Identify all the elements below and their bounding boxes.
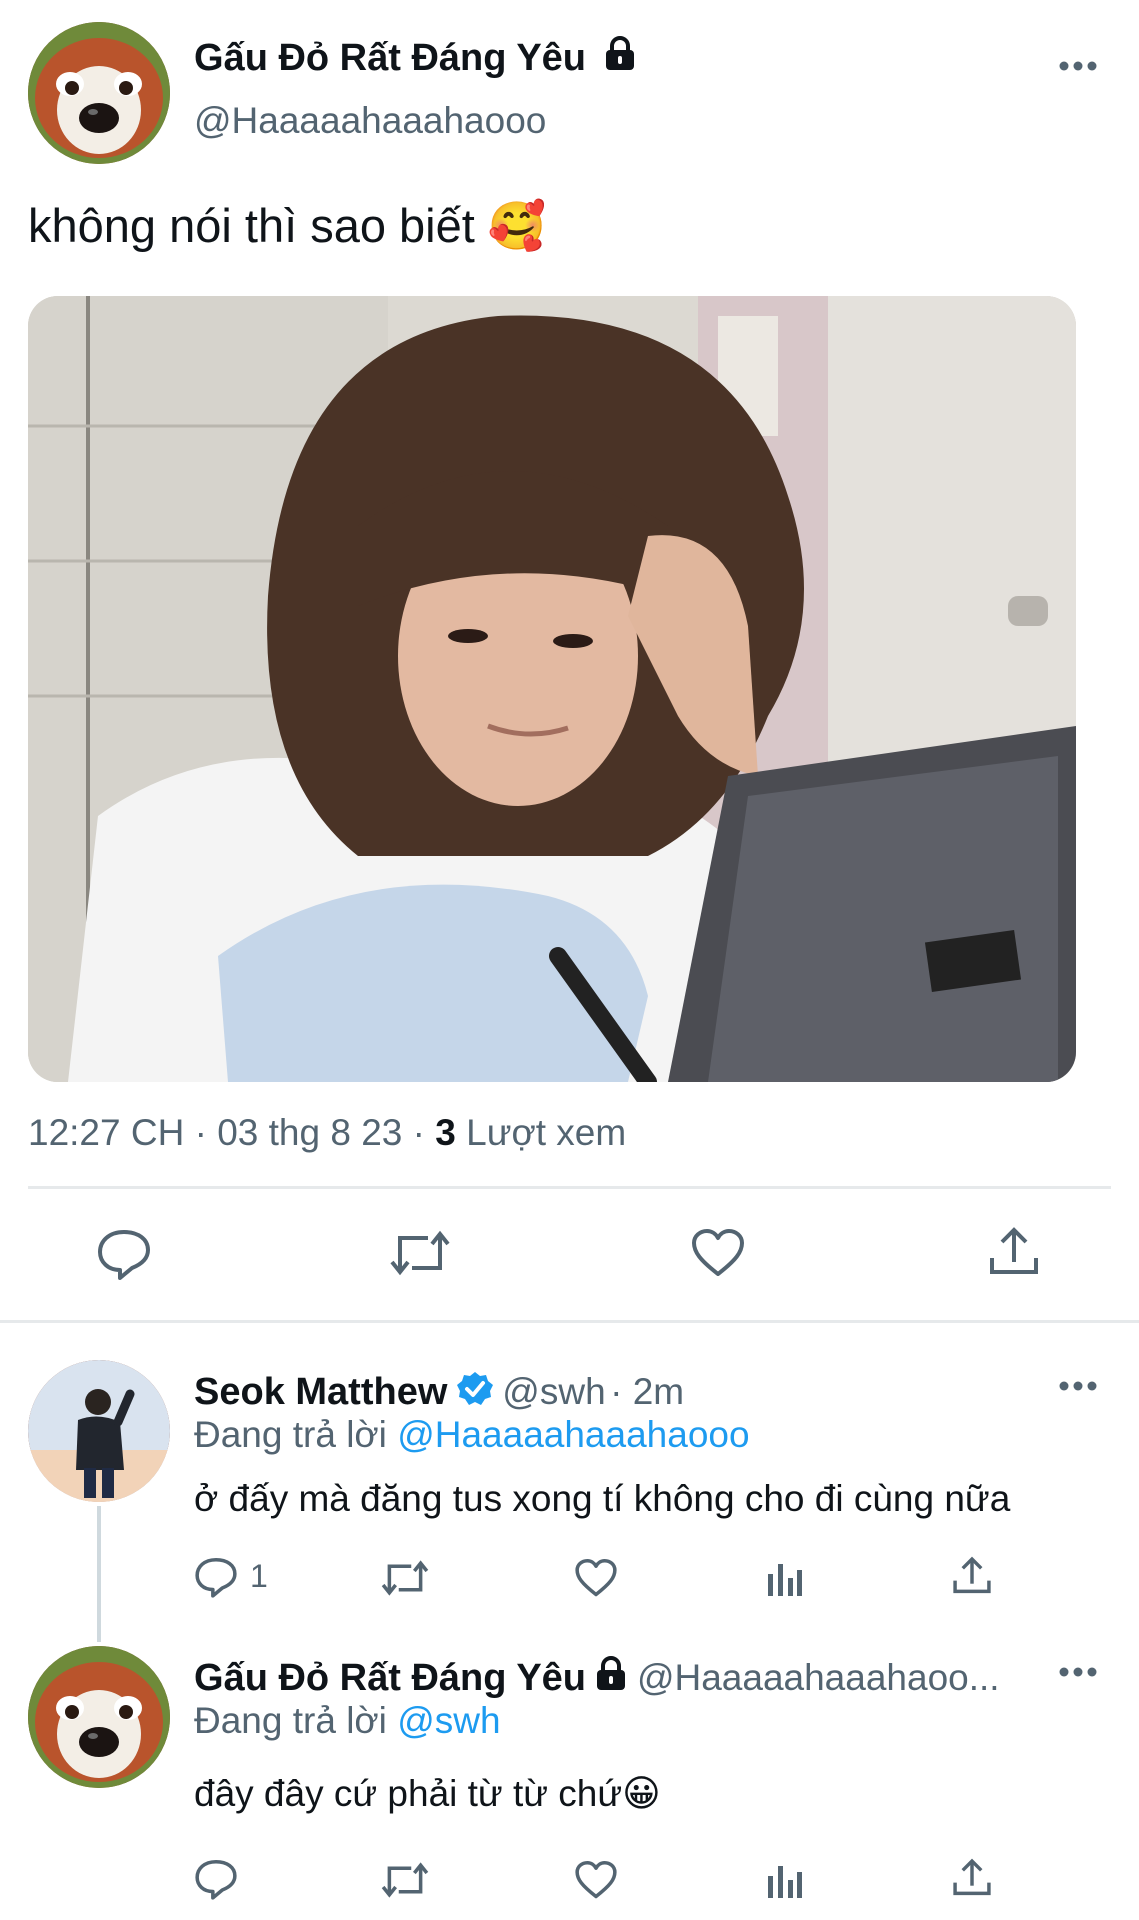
like-icon[interactable] (574, 1558, 618, 1598)
reply1-replying-to: Đang trả lời @Haaaaahaaahaooo (194, 1414, 750, 1456)
replying-to-handle[interactable]: @swh (397, 1700, 500, 1741)
tweet-text-content: không nói thì sao biết (28, 199, 475, 252)
red-panda-avatar-image (28, 1646, 170, 1788)
reply-icon[interactable] (194, 1556, 238, 1598)
views-label[interactable]: Lượt xem (466, 1112, 626, 1153)
reply1-avatar[interactable] (28, 1360, 170, 1502)
replying-to-handle[interactable]: @Haaaaahaaahaooo (397, 1414, 749, 1455)
lock-icon (603, 36, 637, 72)
divider (28, 1186, 1111, 1189)
replying-prefix: Đang trả lời (194, 1414, 387, 1455)
reply2-author-handle[interactable]: @Haaaaahaaahaoo... (637, 1657, 1000, 1698)
tweet-photo[interactable] (28, 296, 1076, 1082)
retweet-icon[interactable] (388, 1228, 452, 1278)
analytics-icon[interactable] (766, 1862, 802, 1900)
more-icon[interactable] (1058, 1380, 1098, 1392)
like-icon[interactable] (690, 1228, 746, 1278)
reply2-avatar[interactable] (28, 1646, 170, 1788)
share-icon[interactable] (952, 1556, 992, 1596)
reply1-author-handle[interactable]: @swh (502, 1371, 605, 1412)
more-icon[interactable] (1058, 60, 1098, 72)
like-icon[interactable] (574, 1860, 618, 1900)
lock-icon (594, 1656, 628, 1692)
more-icon[interactable] (1058, 1666, 1098, 1678)
tweet-time: 12:27 CH (28, 1112, 185, 1153)
views-count[interactable]: 3 (435, 1112, 456, 1153)
meta-separator: · (194, 1112, 207, 1153)
replying-prefix: Đang trả lời (194, 1700, 387, 1741)
reply1-header: Seok Matthew @swh · 2m (194, 1370, 684, 1414)
tweet-text: không nói thì sao biết 🥰 (28, 198, 546, 254)
reply2-text: đây đây cứ phải từ từ chứ😀 (194, 1772, 661, 1815)
verified-badge-icon (456, 1370, 494, 1408)
reply-icon[interactable] (96, 1228, 152, 1280)
meta-separator: · (412, 1112, 425, 1153)
thread-line (97, 1506, 101, 1642)
reply1-author-name[interactable]: Seok Matthew (194, 1371, 447, 1413)
reply1-text: ở đấy mà đăng tus xong tí không cho đi c… (194, 1478, 1011, 1519)
reply2-author-name[interactable]: Gấu Đỏ Rất Đáng Yêu (194, 1657, 586, 1699)
author-avatar[interactable] (28, 22, 170, 164)
share-icon[interactable] (952, 1858, 992, 1898)
author-name-row[interactable]: Gấu Đỏ Rất Đáng Yêu (194, 36, 637, 80)
divider (0, 1320, 1139, 1323)
reply-icon[interactable] (194, 1858, 238, 1900)
tweet-date: 03 thg 8 23 (217, 1112, 403, 1153)
red-panda-avatar-image (28, 22, 170, 164)
author-name: Gấu Đỏ Rất Đáng Yêu (194, 37, 587, 79)
tweet-photo-image (28, 296, 1076, 1082)
reply1-time: · 2m (610, 1371, 685, 1412)
share-icon[interactable] (988, 1226, 1040, 1278)
smiling-hearts-emoji: 🥰 (487, 199, 547, 254)
retweet-icon[interactable] (380, 1558, 430, 1598)
retweet-icon[interactable] (380, 1860, 430, 1900)
author-handle[interactable]: @Haaaaahaaahaooo (194, 100, 546, 142)
reply2-header: Gấu Đỏ Rất Đáng Yêu @Haaaaahaaahaoo... (194, 1656, 1000, 1700)
tweet-meta: 12:27 CH · 03 thg 8 23 · 3 Lượt xem (28, 1112, 626, 1154)
grinning-emoji: 😀 (622, 1772, 661, 1815)
reply2-replying-to: Đang trả lời @swh (194, 1700, 501, 1742)
analytics-icon[interactable] (766, 1560, 802, 1598)
reply-count: 1 (250, 1558, 268, 1594)
person-avatar-image (28, 1360, 170, 1502)
reply2-text-content: đây đây cứ phải từ từ chứ (194, 1773, 623, 1814)
